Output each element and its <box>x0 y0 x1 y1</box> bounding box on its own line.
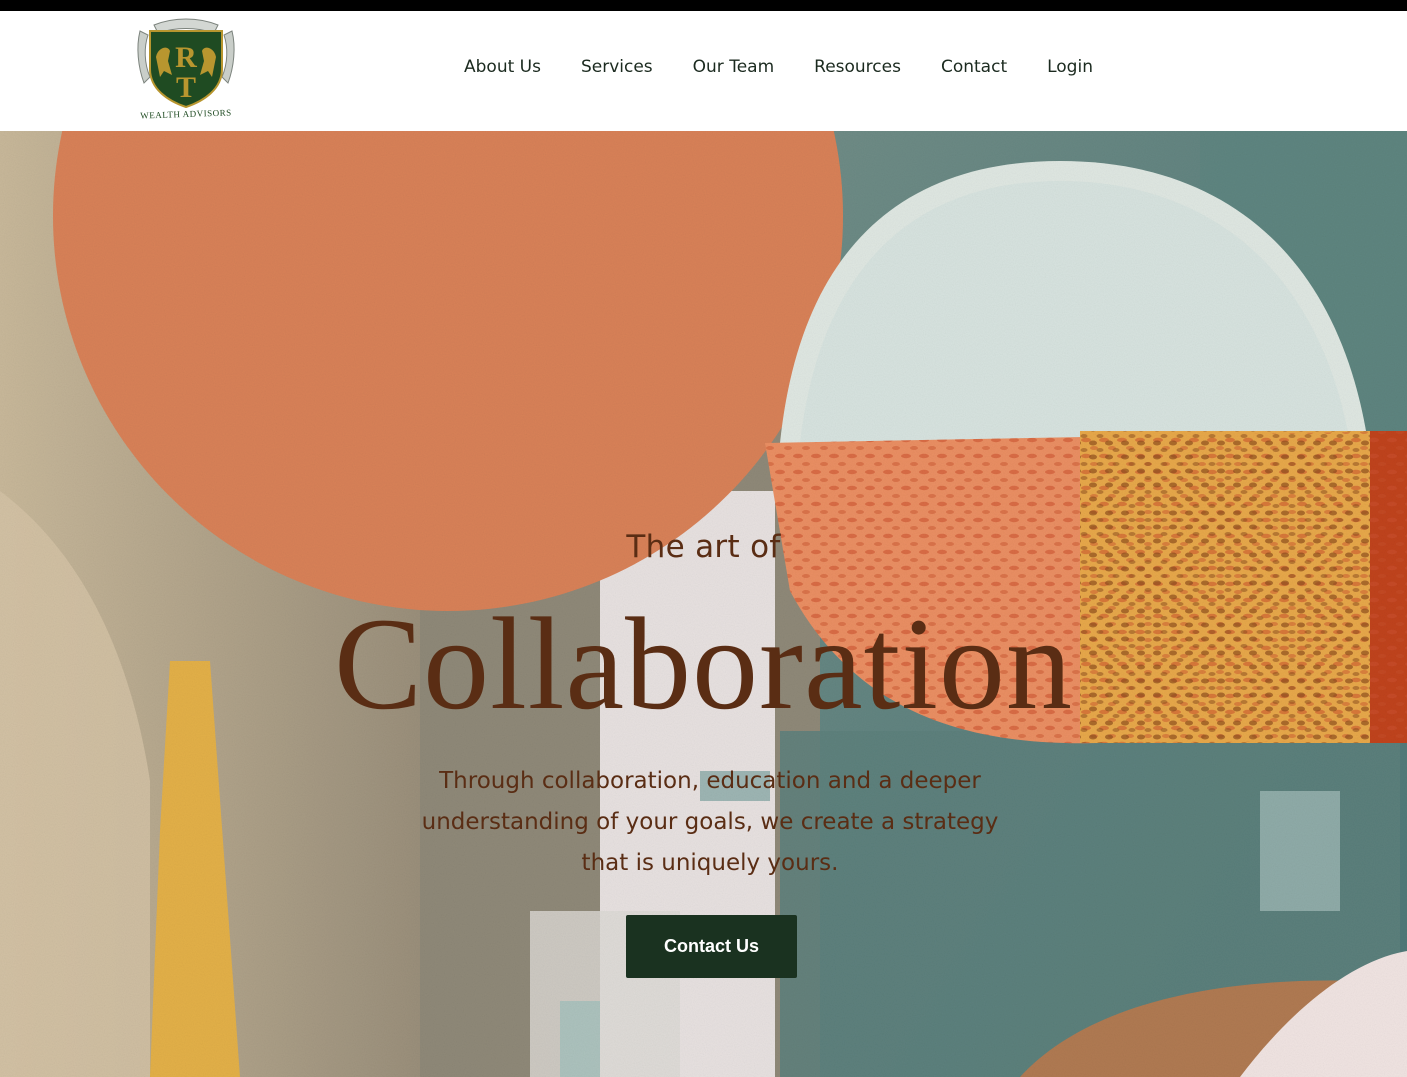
nav-login[interactable]: Login <box>1047 57 1093 77</box>
logo-caption: WEALTH ADVISORS <box>140 107 232 121</box>
hero-headline: Collaboration <box>334 590 1073 737</box>
hero-subtext: Through collaboration, education and a d… <box>421 768 999 876</box>
nav-contact[interactable]: Contact <box>941 57 1007 77</box>
hero-kicker: The art of <box>626 529 781 565</box>
site-header: R T WEALTH ADVISORS About Us Services Ou… <box>0 11 1407 131</box>
top-black-bar <box>0 0 1407 11</box>
crest-shield-icon: R T <box>137 18 235 109</box>
contact-us-button[interactable]: Contact Us <box>626 915 797 978</box>
nav-about-us[interactable]: About Us <box>464 57 541 77</box>
brand-logo[interactable]: R T WEALTH ADVISORS <box>134 17 238 127</box>
svg-text:T: T <box>176 71 196 104</box>
main-nav: About Us Services Our Team Resources Con… <box>464 57 1093 77</box>
svg-text:R: R <box>175 41 197 74</box>
nav-resources[interactable]: Resources <box>814 57 901 77</box>
hero-section: The art of Collaboration Through collabo… <box>0 131 1407 1077</box>
nav-our-team[interactable]: Our Team <box>693 57 774 77</box>
nav-services[interactable]: Services <box>581 57 653 77</box>
